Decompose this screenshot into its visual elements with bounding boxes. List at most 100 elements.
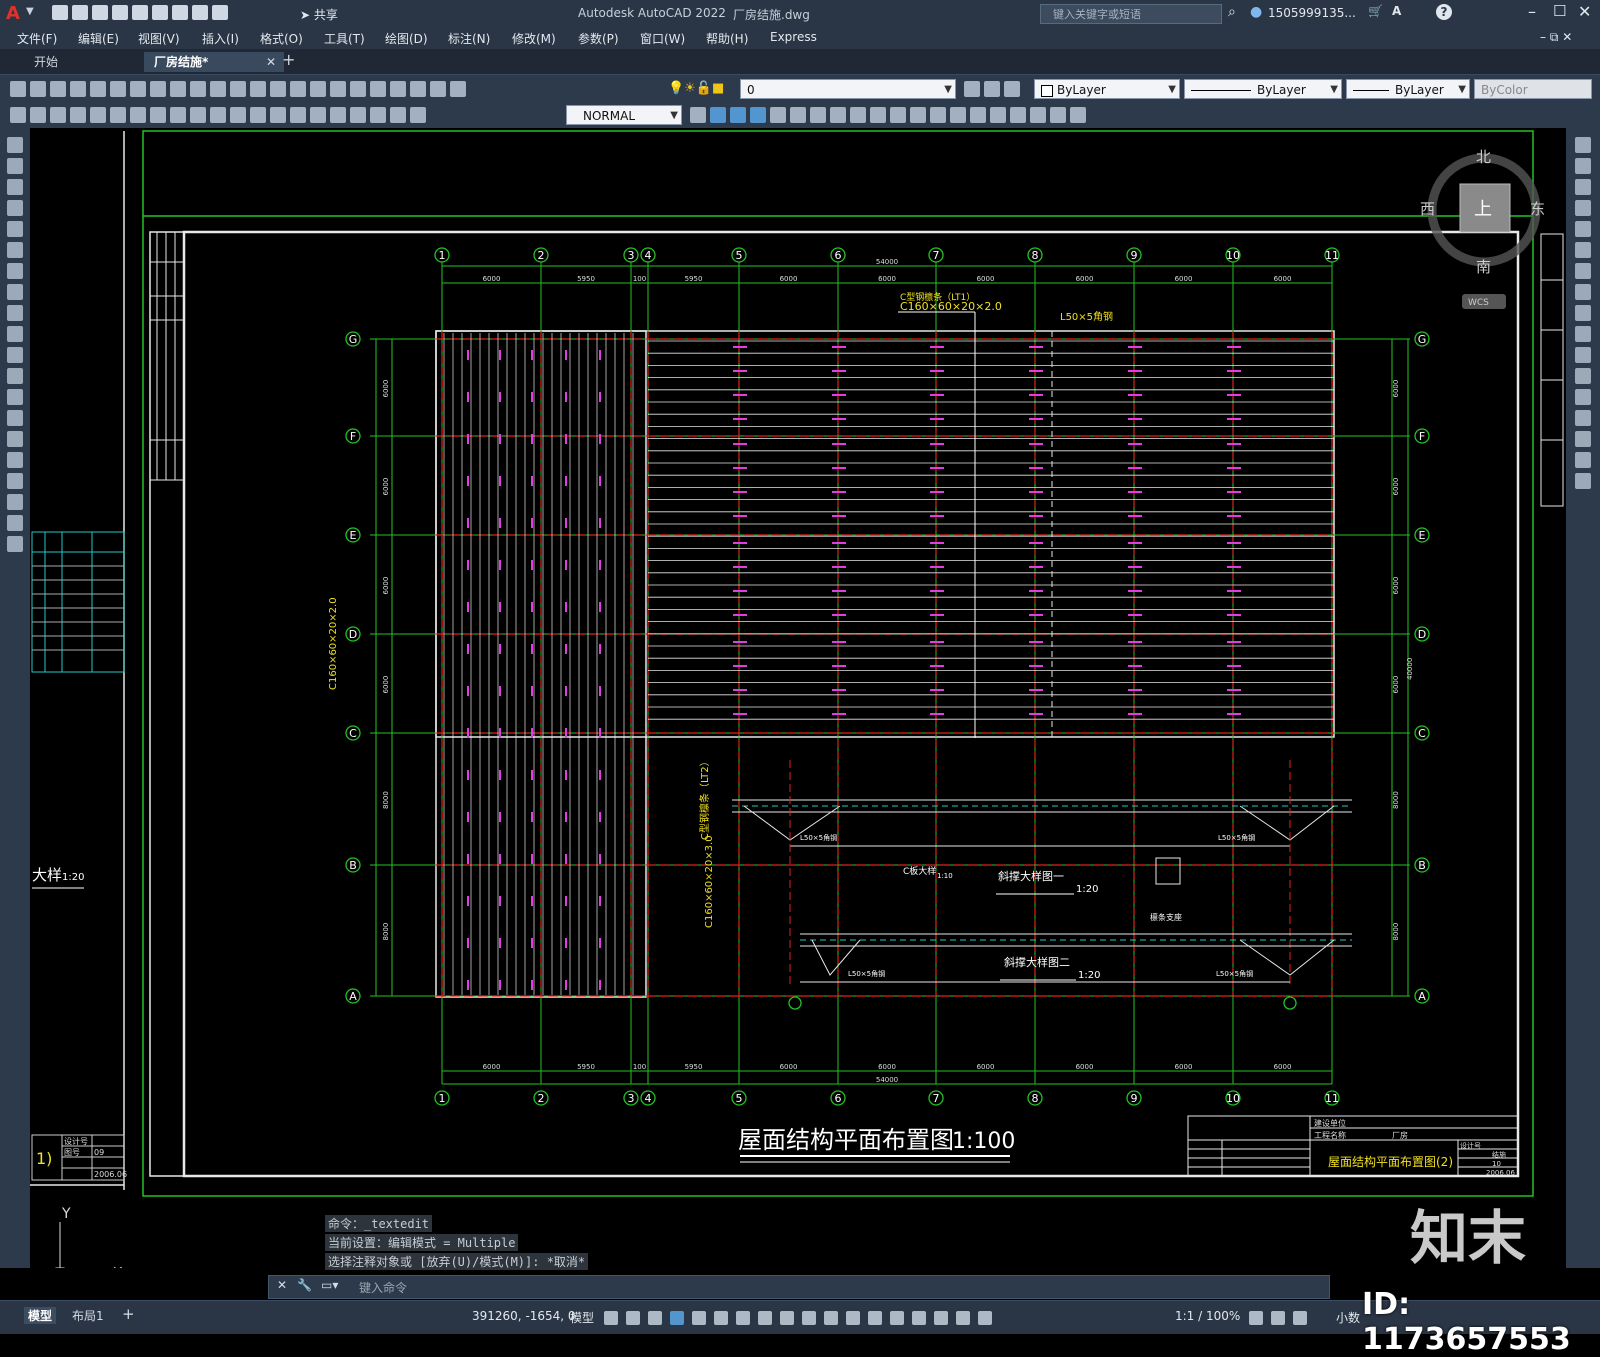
preview-icon[interactable] [90, 81, 106, 97]
viewcube-south[interactable]: 南 [1476, 258, 1491, 276]
new-tab-button[interactable]: + [272, 50, 305, 70]
ortho-icon[interactable] [670, 1310, 684, 1325]
wcs-label[interactable]: WCS [1468, 298, 1489, 308]
imprint-icon[interactable] [970, 107, 986, 123]
menu-view[interactable]: 视图(V) [138, 30, 180, 47]
hatch-icon[interactable] [7, 431, 23, 447]
maximize-icon[interactable]: ☐ [1553, 2, 1566, 20]
menu-dimension[interactable]: 标注(N) [448, 30, 490, 47]
dim-edit-icon[interactable] [350, 107, 366, 123]
plus-icon[interactable] [1271, 1310, 1285, 1325]
tab-start[interactable]: 开始 [24, 52, 68, 72]
annotation-scale[interactable]: 1:1 / 100% [1175, 1309, 1240, 1323]
menu-parametric[interactable]: 参数(P) [578, 30, 619, 47]
region-icon[interactable] [7, 473, 23, 489]
print-icon[interactable] [70, 81, 86, 97]
circle-icon[interactable] [7, 263, 23, 279]
osnap-icon[interactable] [758, 1310, 772, 1325]
3d-osnap-icon[interactable] [846, 1310, 860, 1325]
help-search-input[interactable]: 键入关键字或短语 [1040, 4, 1222, 24]
properties-icon[interactable] [330, 81, 346, 97]
isodraft-icon[interactable] [714, 1310, 728, 1325]
quick-dim-icon[interactable] [170, 107, 186, 123]
workspace-icon[interactable] [1249, 1310, 1263, 1325]
join-icon[interactable] [1575, 389, 1591, 405]
chamfer-icon[interactable] [1575, 410, 1591, 426]
hardware-accel-icon[interactable] [1293, 1310, 1307, 1325]
design-center-icon[interactable] [350, 81, 366, 97]
add-layout-button[interactable]: + [122, 1305, 135, 1323]
gizmo-icon[interactable] [912, 1310, 926, 1325]
erase-icon[interactable] [1575, 137, 1591, 153]
plot-icon[interactable] [172, 5, 188, 20]
help-toolbar-icon[interactable] [450, 81, 466, 97]
shell-icon[interactable] [950, 107, 966, 123]
tab-model[interactable]: 模型 [24, 1307, 57, 1324]
ordinate-dim-icon[interactable] [70, 107, 86, 123]
menu-help[interactable]: 帮助(H) [706, 30, 748, 47]
tab-drawing[interactable]: 厂房结施* ✕ [144, 52, 284, 72]
explode-icon[interactable] [1575, 473, 1591, 489]
arc-icon[interactable] [7, 242, 23, 258]
extrude-icon[interactable] [770, 107, 786, 123]
taper-icon[interactable] [1050, 107, 1066, 123]
zoom-window-icon[interactable] [290, 81, 306, 97]
angular-dim-icon[interactable] [150, 107, 166, 123]
viewcube-west[interactable]: 西 [1420, 200, 1435, 218]
match-prop-icon[interactable] [190, 81, 206, 97]
close-command-icon[interactable]: ✕ [277, 1278, 287, 1292]
app-menu-chevron-icon[interactable]: ▼ [26, 6, 34, 17]
ellipse-arc-icon[interactable] [7, 347, 23, 363]
rectangle-icon[interactable] [7, 221, 23, 237]
dim-override-icon[interactable] [690, 107, 706, 123]
offset-face-icon[interactable] [1070, 107, 1086, 123]
selection-cycling-icon[interactable] [824, 1310, 838, 1325]
center-mark-icon[interactable] [290, 107, 306, 123]
customize-icon[interactable]: 🔧 [297, 1278, 312, 1292]
make-block-icon[interactable] [7, 389, 23, 405]
zoom-previous-icon[interactable] [310, 81, 326, 97]
user-account[interactable]: 1505999135... [1268, 6, 1356, 20]
menu-tools[interactable]: 工具(T) [324, 30, 365, 47]
help-icon[interactable]: ? [1436, 4, 1452, 20]
menu-modify[interactable]: 修改(M) [512, 30, 556, 47]
units-button[interactable]: 小数 [1336, 1309, 1360, 1326]
redo-icon[interactable] [212, 5, 228, 20]
open-web-icon[interactable] [132, 5, 148, 20]
polar-icon[interactable] [692, 1310, 706, 1325]
3d-cone-icon[interactable] [750, 107, 766, 123]
save-as-icon[interactable] [112, 5, 128, 20]
quickcalc-icon[interactable] [430, 81, 446, 97]
doc-window-controls[interactable]: – ⧉ ✕ [1540, 30, 1572, 45]
rotate-icon[interactable] [1575, 263, 1591, 279]
share-button[interactable]: ➤ 共享 [300, 6, 338, 23]
markup-icon[interactable] [410, 81, 426, 97]
fillet-icon[interactable] [1575, 431, 1591, 447]
loft-icon[interactable] [830, 107, 846, 123]
diameter-dim-icon[interactable] [130, 107, 146, 123]
scale-icon[interactable] [1575, 284, 1591, 300]
stretch-icon[interactable] [1575, 305, 1591, 321]
save-icon[interactable] [50, 81, 66, 97]
dim-text-edit-icon[interactable] [370, 107, 386, 123]
model-space-button[interactable]: 模型 [570, 1309, 594, 1326]
copy-object-icon[interactable] [1575, 158, 1591, 174]
3d-wedge-icon[interactable] [730, 107, 746, 123]
point-icon[interactable] [7, 410, 23, 426]
cut-icon[interactable] [130, 81, 146, 97]
open-file-icon[interactable] [72, 5, 88, 20]
tolerance-icon[interactable] [270, 107, 286, 123]
intersect-icon[interactable] [890, 107, 906, 123]
viewcube[interactable]: 上 北 南 西 东 WCS [1420, 148, 1545, 309]
line-icon[interactable] [7, 137, 23, 153]
plotstyle-dropdown[interactable]: ByColor [1474, 79, 1592, 99]
polygon-icon[interactable] [7, 200, 23, 216]
dynamic-ucs-icon[interactable] [868, 1310, 882, 1325]
dim-space-icon[interactable] [230, 107, 246, 123]
menu-file[interactable]: 文件(F) [17, 30, 57, 47]
dim-break-icon[interactable] [250, 107, 266, 123]
command-line[interactable]: ✕ 🔧 ▭▾ 键入命令 [268, 1275, 1330, 1299]
ellipse-icon[interactable] [7, 326, 23, 342]
zoom-realtime-icon[interactable] [270, 81, 286, 97]
gradient-icon[interactable] [7, 452, 23, 468]
